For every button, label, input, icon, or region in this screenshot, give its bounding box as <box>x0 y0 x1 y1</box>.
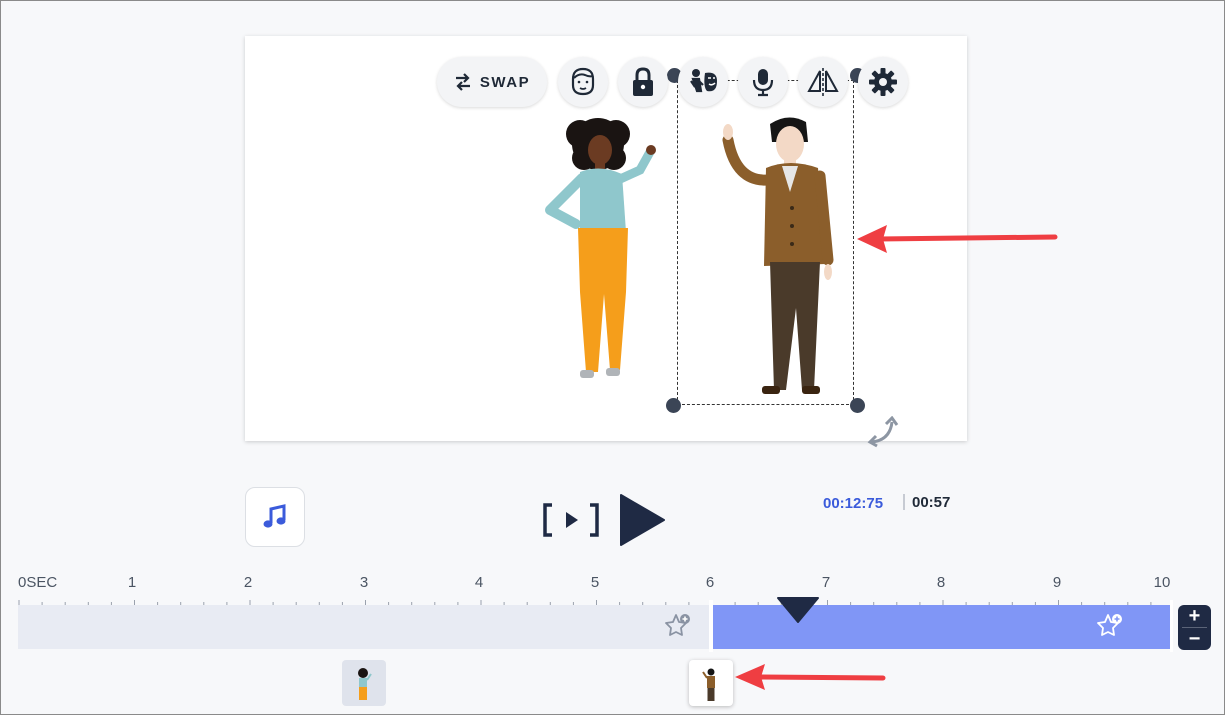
add-effect-star-icon[interactable] <box>1096 612 1124 640</box>
voice-button[interactable] <box>738 57 788 107</box>
annotation-arrow-icon <box>857 225 1058 253</box>
track-divider[interactable] <box>709 600 713 652</box>
current-time: 00:12:75 <box>823 495 884 512</box>
tick-label-8: 8 <box>936 574 946 591</box>
selection-box[interactable] <box>677 80 854 405</box>
face-icon <box>571 67 595 96</box>
flip-button[interactable] <box>798 57 848 107</box>
add-effect-star-icon[interactable] <box>664 612 692 640</box>
music-note-icon <box>263 504 286 528</box>
zoom-out-button[interactable]: − <box>1178 628 1211 650</box>
flip-icon <box>807 68 839 96</box>
zoom-in-button[interactable]: + <box>1178 605 1211 627</box>
playhead-marker[interactable] <box>776 596 820 624</box>
play-scene-button[interactable] <box>542 502 600 538</box>
swap-label: SWAP <box>479 73 531 91</box>
swap-button[interactable]: SWAP <box>437 57 547 107</box>
character-thumbnail-man[interactable] <box>689 660 733 706</box>
track-end <box>1170 600 1173 652</box>
scene-track-previous[interactable] <box>18 605 710 649</box>
face-button[interactable] <box>558 57 608 107</box>
character-thumbnail-woman[interactable] <box>342 660 386 706</box>
annotation-arrow-icon <box>735 664 886 690</box>
music-button[interactable] <box>245 487 305 547</box>
lock-icon <box>633 67 653 96</box>
tick-label-3: 3 <box>359 574 369 591</box>
time-separator <box>903 494 905 510</box>
lock-button[interactable] <box>618 57 668 107</box>
selection-handle-bottom-right[interactable] <box>850 398 865 413</box>
tick-label-4: 4 <box>474 574 484 591</box>
tick-label-5: 5 <box>590 574 600 591</box>
microphone-icon <box>752 69 774 97</box>
timeline-zoom-control: + − <box>1178 605 1211 650</box>
animation-icon <box>690 69 717 93</box>
woman-thumbnail-icon <box>358 668 372 700</box>
tick-label-7: 7 <box>821 574 831 591</box>
tick-label-2: 2 <box>243 574 253 591</box>
tick-label-1: 1 <box>127 574 137 591</box>
selection-handle-bottom-left[interactable] <box>666 398 681 413</box>
woman-character[interactable] <box>540 112 660 384</box>
tick-label-6: 6 <box>705 574 715 591</box>
tick-label-9: 9 <box>1052 574 1062 591</box>
total-time: 00:57 <box>912 494 951 511</box>
swap-arrows-icon <box>455 73 470 91</box>
settings-button[interactable] <box>858 57 908 107</box>
play-button[interactable] <box>618 492 666 548</box>
gear-icon <box>869 68 897 96</box>
tick-label-0: 0SEC <box>18 574 58 591</box>
rotate-icon[interactable] <box>866 416 900 448</box>
tick-label-10: 10 <box>1153 574 1171 591</box>
man-thumbnail-icon <box>702 668 715 701</box>
animation-button[interactable] <box>678 57 728 107</box>
